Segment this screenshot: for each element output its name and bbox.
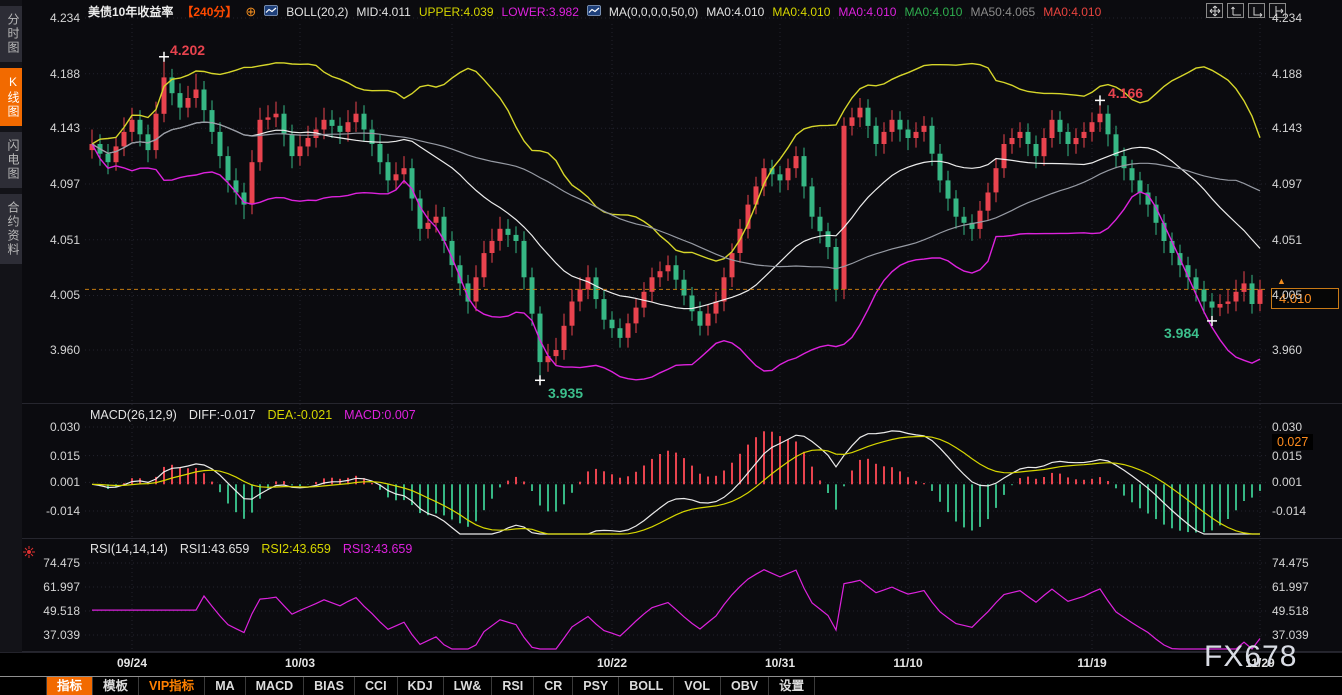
- toolbar-bias[interactable]: BIAS: [304, 677, 355, 695]
- toolbar-cci[interactable]: CCI: [355, 677, 398, 695]
- sidebar-tab-kline-chart[interactable]: K线图: [0, 68, 22, 126]
- move-tool-icon[interactable]: [1206, 3, 1223, 18]
- toolbar-lwr[interactable]: LW&: [444, 677, 493, 695]
- sidebar-tab-contract-info[interactable]: 合约资料: [0, 194, 22, 264]
- indicator-settings-icon[interactable]: [23, 545, 35, 563]
- toolbar-vip-indicator[interactable]: VIP指标: [139, 677, 205, 695]
- toolbar-psy[interactable]: PSY: [573, 677, 619, 695]
- x-axis-scale-icon[interactable]: [1227, 3, 1244, 18]
- chart-type-sidebar: 分时图 K线图闪电图合约资料: [0, 0, 22, 652]
- toolbar-macd[interactable]: MACD: [246, 677, 305, 695]
- toolbar-settings[interactable]: 设置: [769, 677, 815, 695]
- toolbar-kdj[interactable]: KDJ: [398, 677, 444, 695]
- toolbar-rsi[interactable]: RSI: [492, 677, 534, 695]
- toolbar-boll[interactable]: BOLL: [619, 677, 674, 695]
- toolbar-ma[interactable]: MA: [205, 677, 245, 695]
- sidebar-tab-time-chart[interactable]: 分时图: [0, 6, 22, 62]
- last-price-badge: 4.010: [1271, 288, 1339, 309]
- y-axis-scale-icon[interactable]: [1248, 3, 1265, 18]
- toolbar-template[interactable]: 模板: [93, 677, 139, 695]
- sidebar-tab-flash-chart[interactable]: 闪电图: [0, 132, 22, 188]
- chart-tool-buttons: [1206, 3, 1286, 18]
- scroll-to-latest-icon[interactable]: ▲: [1277, 276, 1286, 286]
- toolbar-obv[interactable]: OBV: [721, 677, 769, 695]
- date-axis: 240分 ▲ 2025/10/08 19:00~23:00 三: [0, 652, 1342, 677]
- add-indicator-icon[interactable]: ⊕: [245, 4, 256, 20]
- toolbar-vol[interactable]: VOL: [674, 677, 721, 695]
- toolbar-cr[interactable]: CR: [534, 677, 573, 695]
- macd-current-badge: 0.027: [1272, 434, 1313, 450]
- trading-terminal: 分时图K线图闪电图合约资料 美债10年收益率 【240分】 ⊕ BOLL(20,…: [0, 0, 1342, 695]
- toolbar-indicator[interactable]: 指标: [46, 677, 93, 695]
- indicator-toolbar: 指标模板VIP指标MAMACDBIASCCIKDJLW&RSICRPSYBOLL…: [0, 676, 1342, 695]
- candlestick-chart-canvas: [0, 0, 1342, 695]
- shift-right-icon[interactable]: [1269, 3, 1286, 18]
